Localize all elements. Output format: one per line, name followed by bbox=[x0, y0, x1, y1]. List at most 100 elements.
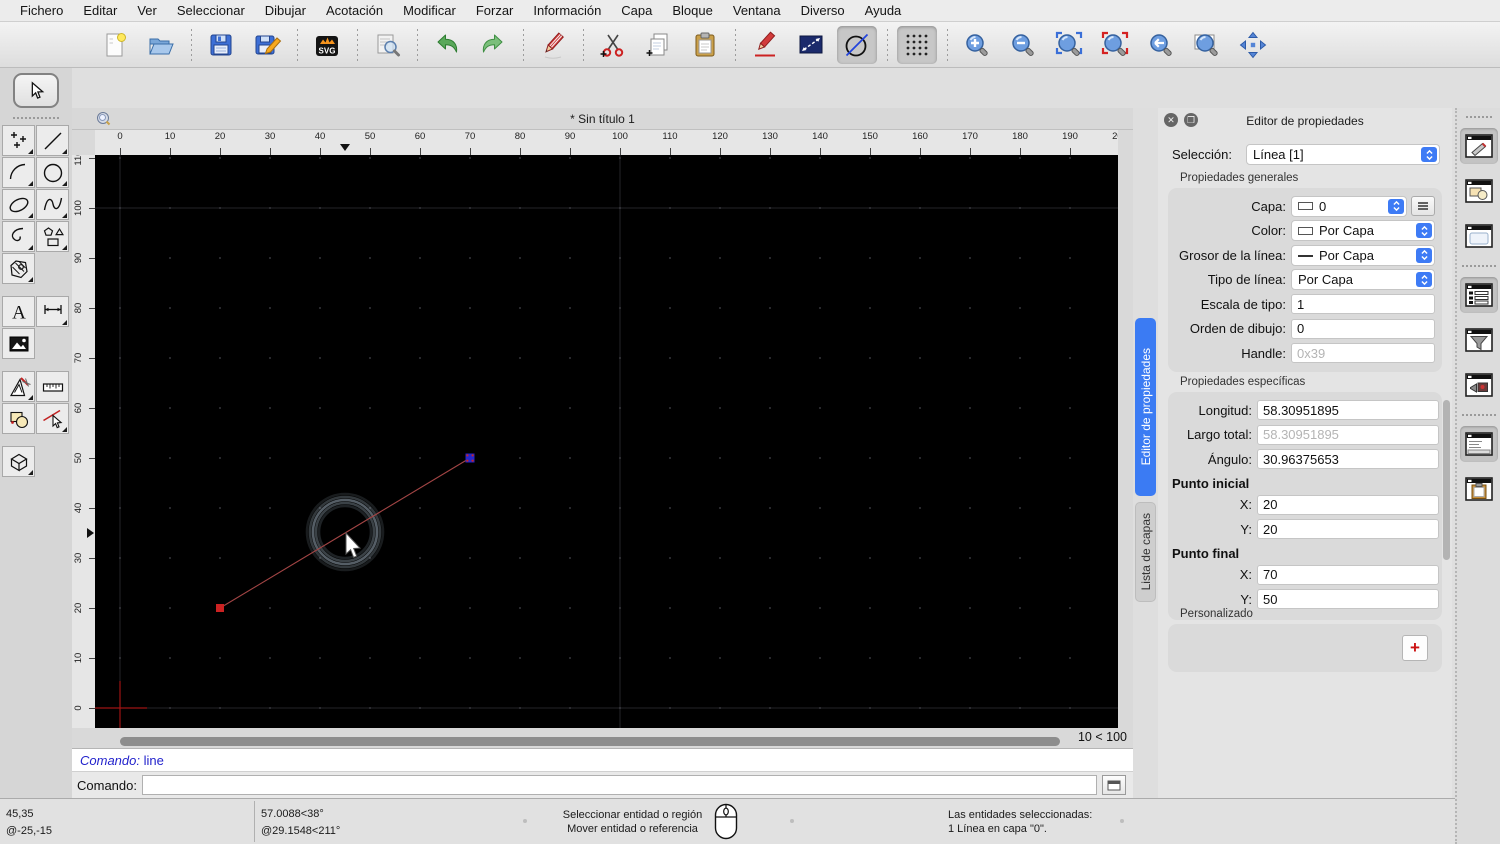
tool-measure-ruler-button[interactable] bbox=[36, 371, 69, 402]
tool-draw-arc-button[interactable] bbox=[2, 157, 35, 188]
toolbar-new-file-button[interactable] bbox=[95, 26, 135, 64]
end-y-input[interactable] bbox=[1257, 589, 1439, 610]
menu-forzar[interactable]: Forzar bbox=[466, 3, 524, 18]
handle-input bbox=[1291, 343, 1435, 364]
tool-draw-polygon-button[interactable] bbox=[36, 221, 69, 252]
toolbar-handle[interactable] bbox=[1465, 116, 1492, 118]
tool-draw-circle-button[interactable] bbox=[36, 157, 69, 188]
toolbar-snap-grid-button[interactable] bbox=[897, 25, 937, 64]
tab-property-editor[interactable]: Editor de propiedades bbox=[1135, 318, 1156, 496]
menu-modificar[interactable]: Modificar bbox=[393, 3, 466, 18]
tool-modify-tools-button[interactable] bbox=[2, 403, 35, 434]
line-type-dropdown[interactable]: Por Capa bbox=[1291, 269, 1435, 291]
menu-seleccionar[interactable]: Seleccionar bbox=[167, 3, 255, 18]
toolbar-redo-button[interactable] bbox=[473, 26, 513, 64]
selection-dropdown[interactable]: Línea [1] bbox=[1246, 144, 1440, 165]
capa-dropdown[interactable]: 0 bbox=[1291, 195, 1407, 217]
zoom-selected-icon bbox=[1101, 31, 1129, 56]
color-dropdown[interactable]: Por Capa bbox=[1291, 220, 1435, 242]
tool-insert-image-button[interactable] bbox=[2, 328, 35, 359]
absolute-coordinate: 45,35 bbox=[6, 808, 34, 820]
toolbar-zoom-selected-button[interactable] bbox=[1095, 26, 1135, 64]
tool-select-entity-button[interactable] bbox=[36, 403, 69, 434]
toolbar-zoom-window-button[interactable] bbox=[1187, 26, 1227, 64]
menu-editar[interactable]: Editar bbox=[73, 3, 127, 18]
submenu-corner-icon bbox=[28, 277, 33, 282]
tool-draw-line-button[interactable] bbox=[36, 125, 69, 156]
command-detach-button[interactable] bbox=[1101, 775, 1126, 795]
tool-draw-polyline-button[interactable] bbox=[2, 221, 35, 252]
dock-empty-toggle-button[interactable] bbox=[1460, 218, 1498, 254]
dock-shapes-toggle-button[interactable] bbox=[1460, 173, 1498, 209]
command-row: Comando: bbox=[72, 772, 1133, 798]
tool-select-arrow-button[interactable] bbox=[13, 73, 59, 108]
toolbar-copy-button[interactable] bbox=[639, 26, 679, 64]
menu-capa[interactable]: Capa bbox=[611, 3, 662, 18]
toolbar-save-as-button[interactable] bbox=[247, 26, 287, 64]
scrollbar-thumb[interactable] bbox=[120, 737, 1060, 746]
orden-input[interactable] bbox=[1291, 318, 1435, 339]
dock-property-editor-toggle-button[interactable] bbox=[1459, 128, 1498, 164]
longitud-input[interactable] bbox=[1257, 400, 1439, 421]
menu-acotacion[interactable]: Acotación bbox=[316, 3, 393, 18]
toolbar-zoom-auto-button[interactable] bbox=[1049, 26, 1089, 64]
add-custom-property-button[interactable]: + bbox=[1402, 635, 1428, 661]
menu-ver[interactable]: Ver bbox=[127, 3, 167, 18]
tool-dimension-button[interactable] bbox=[36, 296, 69, 327]
dock-shapes-icon bbox=[1464, 179, 1493, 203]
tool-draw-spline-button[interactable] bbox=[36, 189, 69, 220]
toolbar-export-svg-button[interactable]: SVG bbox=[307, 26, 347, 64]
tool-draw-text-button[interactable]: A bbox=[2, 296, 35, 327]
dock-layer-list-toggle-button[interactable] bbox=[1459, 277, 1498, 313]
dock-scrollbar[interactable] bbox=[1443, 400, 1450, 560]
toolbar-paste-button[interactable] bbox=[685, 26, 725, 64]
tool-draw-ellipse-button[interactable] bbox=[2, 189, 35, 220]
escala-input[interactable] bbox=[1291, 294, 1435, 315]
chevron-updown-icon bbox=[1416, 223, 1432, 239]
toolbar-zoom-in-button[interactable] bbox=[957, 26, 997, 64]
drawing-canvas[interactable] bbox=[93, 155, 1118, 735]
angulo-input[interactable] bbox=[1257, 449, 1439, 470]
start-y-input[interactable] bbox=[1257, 519, 1439, 540]
tool-draw-hatch-button[interactable] bbox=[2, 253, 35, 284]
dock-command-toggle-button[interactable] bbox=[1459, 426, 1498, 462]
dock-layer-filter-toggle-button[interactable] bbox=[1460, 322, 1498, 358]
dock-clipboard-toggle-button[interactable] bbox=[1460, 471, 1498, 507]
toolbar-cut-button[interactable] bbox=[593, 26, 633, 64]
menu-ventana[interactable]: Ventana bbox=[723, 3, 791, 18]
toolbar-draft-mode-button[interactable] bbox=[837, 25, 877, 64]
menu-diverso[interactable]: Diverso bbox=[791, 3, 855, 18]
toolbar-save-button[interactable] bbox=[201, 26, 241, 64]
menu-dibujar[interactable]: Dibujar bbox=[255, 3, 316, 18]
palette-handle[interactable] bbox=[13, 117, 59, 119]
menu-informacion[interactable]: Información bbox=[523, 3, 611, 18]
toolbar-zoom-out-button[interactable] bbox=[1003, 26, 1043, 64]
line-width-dropdown[interactable]: Por Capa bbox=[1291, 244, 1435, 266]
toolbar-separator bbox=[1461, 414, 1496, 416]
command-history-value: line bbox=[143, 753, 164, 768]
dock-block-toggle-button[interactable] bbox=[1460, 367, 1498, 403]
tool-draw-3d-box-button[interactable] bbox=[2, 446, 35, 477]
layer-menu-button[interactable] bbox=[1411, 196, 1435, 217]
horizontal-scrollbar[interactable] bbox=[95, 728, 1118, 748]
export-svg-icon: SVG bbox=[316, 35, 338, 56]
menu-bloque[interactable]: Bloque bbox=[662, 3, 722, 18]
menu-fichero[interactable]: Fichero bbox=[10, 3, 73, 18]
command-input[interactable] bbox=[141, 775, 1097, 795]
start-x-input[interactable] bbox=[1257, 494, 1439, 515]
tab-layer-list[interactable]: Lista de capas bbox=[1135, 502, 1156, 602]
toolbar-zoom-previous-button[interactable] bbox=[1141, 26, 1181, 64]
toolbar-undo-button[interactable] bbox=[427, 26, 467, 64]
toolbar-zoom-pan-button[interactable] bbox=[1233, 26, 1273, 64]
toolbar-print-preview-button[interactable] bbox=[367, 26, 407, 64]
panel-float-button[interactable]: ❐ bbox=[1184, 113, 1198, 127]
panel-close-button[interactable]: ✕ bbox=[1164, 113, 1178, 127]
end-x-input[interactable] bbox=[1257, 564, 1439, 585]
toolbar-delete-entity-button[interactable] bbox=[533, 26, 573, 64]
tool-draw-points-button[interactable] bbox=[2, 125, 35, 156]
toolbar-measure-distance-button[interactable] bbox=[791, 26, 831, 64]
toolbar-open-file-button[interactable] bbox=[141, 26, 181, 64]
toolbar-edit-pencil-button[interactable] bbox=[745, 26, 785, 64]
menu-ayuda[interactable]: Ayuda bbox=[855, 3, 912, 18]
tool-measure-tools-button[interactable] bbox=[2, 371, 35, 402]
